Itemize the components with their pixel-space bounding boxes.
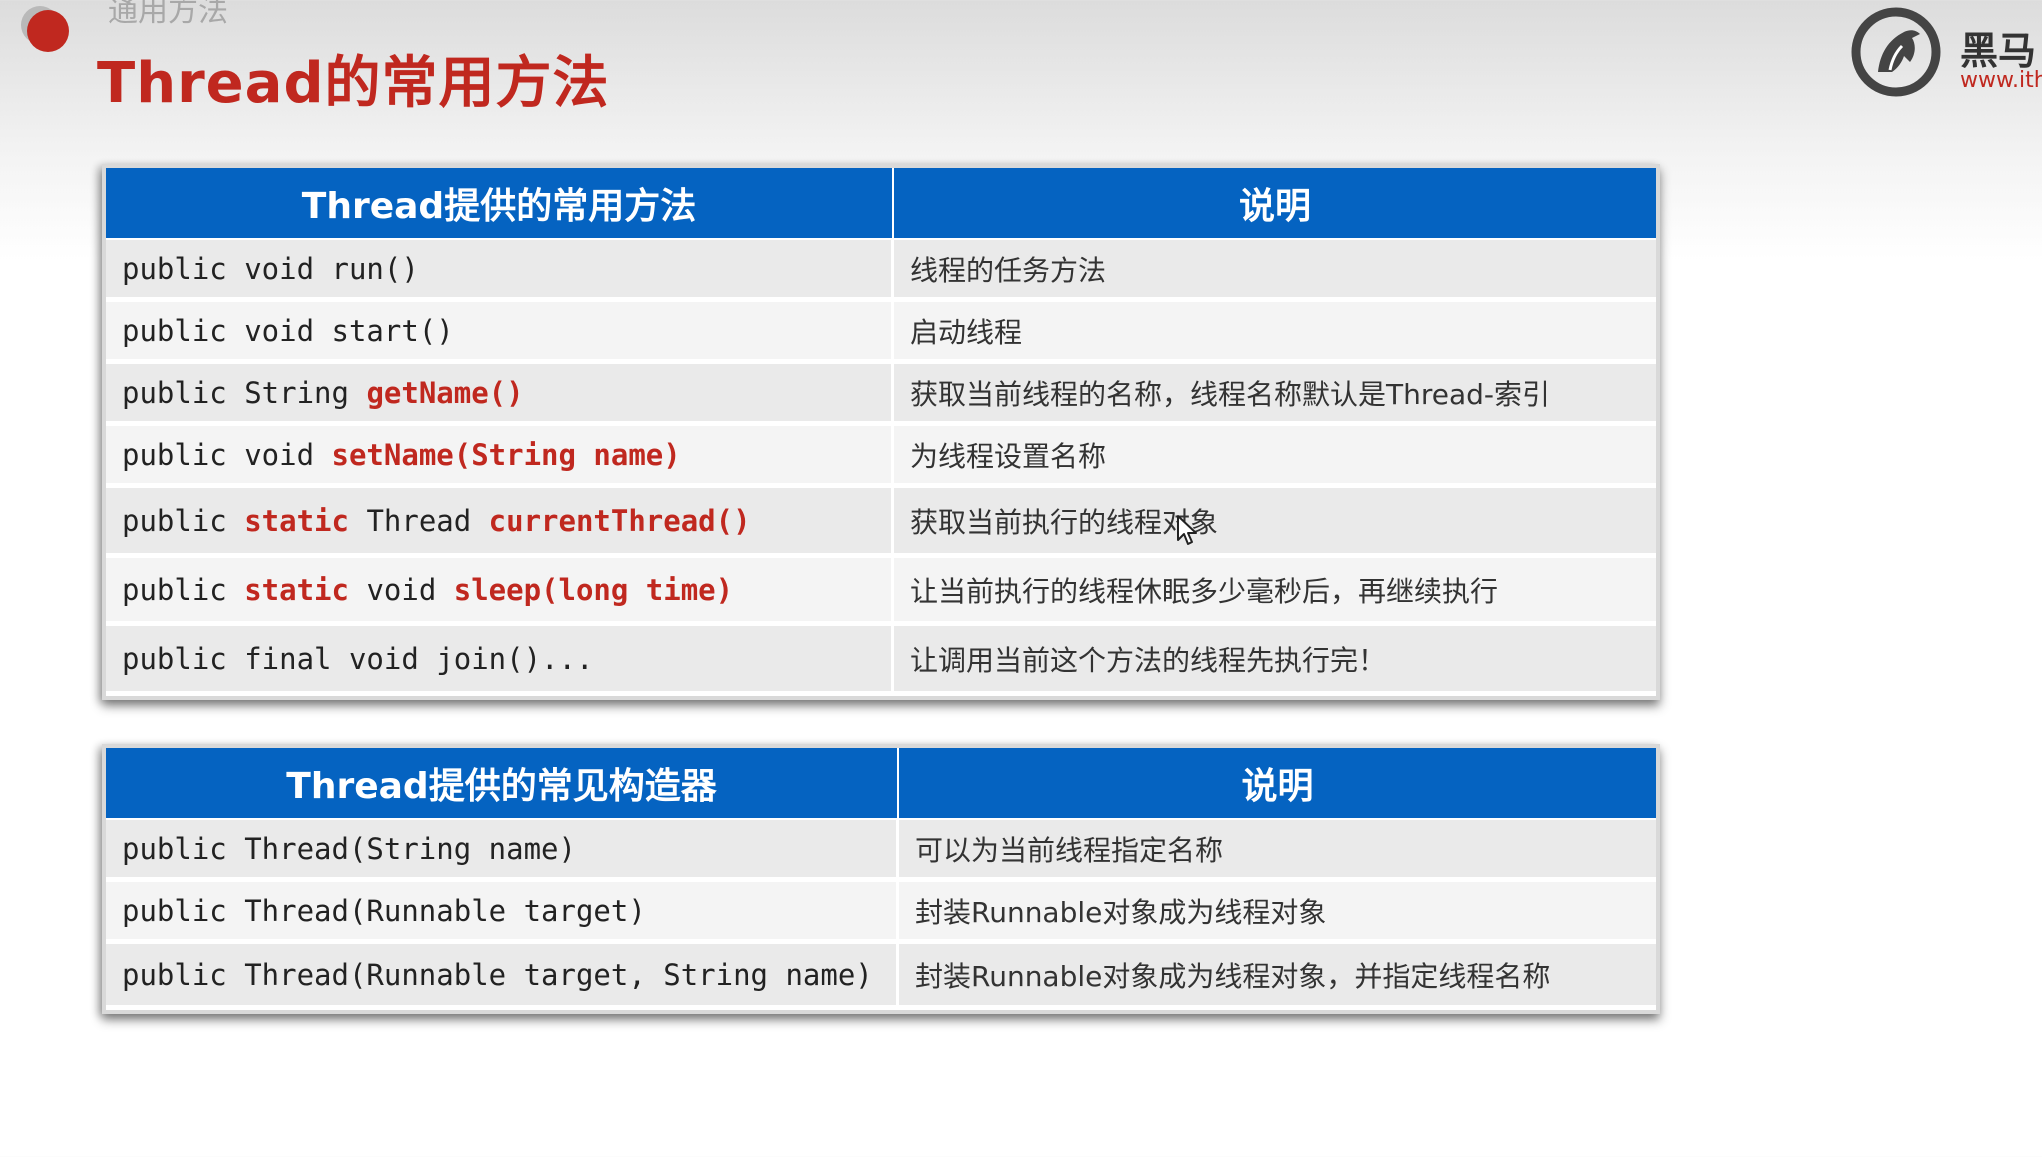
highlighted-code: static: [244, 572, 349, 607]
code-text: void: [348, 572, 454, 607]
method-signature-cell: public void run(): [106, 240, 894, 302]
method-signature-cell: public void start(): [106, 302, 894, 364]
method-description-cell: 让当前执行的线程休眠多少毫秒后，再继续执行: [894, 558, 1656, 626]
method-signature-cell: public static void sleep(long time): [106, 558, 894, 626]
methods-table-body: public void run() 线程的任务方法 public void star…: [106, 240, 1656, 696]
page-title: Thread的常用方法: [97, 51, 610, 116]
code-text: public void start(): [122, 313, 454, 348]
code-text: public: [122, 503, 245, 538]
methods-header-desc: 说明: [894, 168, 1656, 240]
method-description-cell: 启动线程: [894, 302, 1656, 364]
method-description-cell: 获取当前线程的名称，线程名称默认是Thread-索引: [894, 364, 1656, 426]
highlighted-code: currentThread(): [488, 503, 751, 538]
highlighted-code: setName(String name): [331, 437, 681, 472]
code-text: public: [122, 572, 245, 607]
constructor-signature-cell: public Thread(Runnable target, String na…: [106, 944, 899, 1010]
horse-logo-icon: [1851, 7, 1941, 97]
method-description-cell: 线程的任务方法: [894, 240, 1656, 302]
code-text: public void: [122, 437, 332, 472]
method-row: public void start() 启动线程: [106, 302, 1656, 364]
mouse-cursor-icon: [1177, 515, 1197, 545]
code-text: Thread: [348, 503, 489, 538]
method-signature-cell: public String getName(): [106, 364, 894, 426]
method-row: public static void sleep(long time) 让当前执行…: [106, 558, 1656, 626]
logo-text: 黑马: [1960, 29, 2037, 73]
code-text: public Thread(Runnable target, String na…: [122, 957, 873, 992]
constructor-row: public Thread(Runnable target) 封装Runnable…: [106, 882, 1656, 944]
code-text: public Thread(String name): [122, 831, 576, 866]
methods-header-method: Thread提供的常用方法: [106, 168, 894, 240]
constructors-table: Thread提供的常见构造器 说明 public Thread(String n…: [102, 744, 1660, 1014]
code-text: public Thread(Runnable target): [122, 893, 646, 928]
code-text: public final void join()...: [122, 641, 594, 676]
method-signature-cell: public final void join()...: [106, 626, 894, 696]
methods-table: Thread提供的常用方法 说明 public void run() 线程的任务方…: [102, 164, 1660, 700]
constructor-description-cell: 封装Runnable对象成为线程对象，并指定线程名称: [899, 944, 1656, 1010]
code-text: public String: [122, 375, 367, 410]
highlighted-code: static: [244, 503, 349, 538]
constructors-header-desc: 说明: [899, 748, 1656, 820]
constructors-table-body: public Thread(String name) 可以为当前线程指定名称 pub…: [106, 820, 1656, 1010]
constructor-row: public Thread(String name) 可以为当前线程指定名称: [106, 820, 1656, 882]
constructor-description-cell: 可以为当前线程指定名称: [899, 820, 1656, 882]
method-row: public static Thread currentThread() 获取当前…: [106, 488, 1656, 558]
constructor-description-cell: 封装Runnable对象成为线程对象: [899, 882, 1656, 944]
constructor-signature-cell: public Thread(Runnable target): [106, 882, 899, 944]
logo-url: www.ith: [1960, 68, 2042, 93]
constructor-row: public Thread(Runnable target, String na…: [106, 944, 1656, 1010]
method-signature-cell: public static Thread currentThread(): [106, 488, 894, 558]
method-row: public void setName(String name) 为线程设置名称: [106, 426, 1656, 488]
method-row: public String getName() 获取当前线程的名称，线程名称默认是…: [106, 364, 1656, 426]
bullet-dot-icon: [27, 10, 69, 52]
code-text: public void run(): [122, 251, 419, 286]
method-description-cell: 为线程设置名称: [894, 426, 1656, 488]
constructor-signature-cell: public Thread(String name): [106, 820, 899, 882]
faded-heading: 通用方法: [108, 0, 228, 29]
method-description-cell: 获取当前执行的线程对象: [894, 488, 1656, 558]
method-row: public void run() 线程的任务方法: [106, 240, 1656, 302]
brand-logo: 黑马 www.ith: [1850, 4, 2042, 100]
constructors-header-method: Thread提供的常见构造器: [106, 748, 899, 820]
highlighted-code: getName(): [366, 375, 524, 410]
method-row: public final void join()... 让调用当前这个方法的线程先…: [106, 626, 1656, 696]
highlighted-code: sleep(long time): [453, 572, 734, 607]
method-signature-cell: public void setName(String name): [106, 426, 894, 488]
method-description-cell: 让调用当前这个方法的线程先执行完！: [894, 626, 1656, 696]
